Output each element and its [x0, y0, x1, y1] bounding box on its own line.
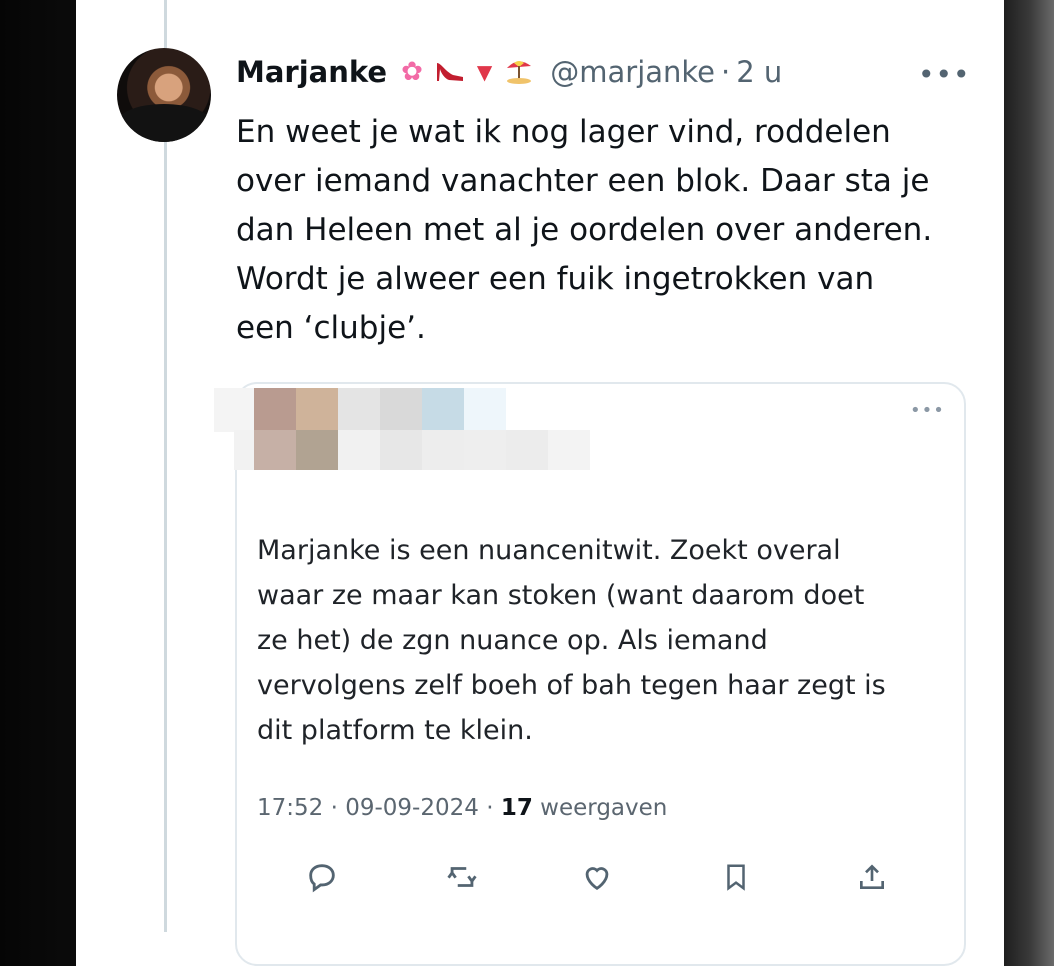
more-options-icon[interactable]: ••• [918, 58, 971, 91]
quoted-tweet-text: Marjanke is een nuancenitwit. Zoekt over… [257, 528, 947, 753]
high-heel-emoji-icon [435, 57, 465, 88]
tweet-text-line: Wordt je alweer een fuik ingetrokken van [236, 261, 875, 297]
like-icon[interactable] [575, 855, 619, 899]
tweet-time[interactable]: 2 u [736, 55, 782, 89]
tweet-text: En weet je wat ik nog lager vind, roddel… [236, 108, 976, 353]
red-triangle-emoji-icon: ▼ [476, 60, 493, 84]
bookmark-icon[interactable] [714, 855, 758, 899]
quoted-more-options-icon[interactable]: ••• [910, 400, 945, 421]
beach-umbrella-emoji-icon [504, 56, 534, 89]
quoted-tweet-meta: 17:52 · 09-09-2024 · 17 weergaven [257, 795, 667, 821]
quoted-text-line: ze het) de zgn nuance op. Als iemand [257, 625, 768, 656]
flower-emoji-icon: ✿ [401, 57, 423, 87]
action-bar [300, 855, 900, 903]
user-handle[interactable]: @marjanke [550, 55, 715, 89]
quoted-text-line: Marjanke is een nuancenitwit. Zoekt over… [257, 535, 841, 566]
avatar[interactable] [117, 48, 211, 142]
quoted-text-line: dit platform te klein. [257, 715, 533, 746]
quoted-text-line: waar ze maar kan stoken (want daarom doe… [257, 580, 865, 611]
tweet-text-line: over iemand vanachter een blok. Daar sta… [236, 163, 930, 199]
views-count: 17 [500, 795, 533, 821]
share-icon[interactable] [850, 855, 894, 899]
name-emojis: ✿ ▼ [401, 56, 534, 89]
reply-icon[interactable] [300, 855, 344, 899]
separator: · [721, 55, 731, 89]
tweet-text-line: een ‘clubje’. [236, 310, 426, 346]
tweet-text-line: En weet je wat ik nog lager vind, roddel… [236, 114, 891, 150]
retweet-icon[interactable] [440, 855, 484, 899]
views-label: weergaven [540, 795, 668, 821]
quoted-text-line: vervolgens zelf boeh of bah tegen haar z… [257, 670, 886, 701]
tweet-header: Marjanke ✿ ▼ @marjanke · 2 u [236, 55, 782, 89]
display-name[interactable]: Marjanke [236, 55, 387, 89]
tweet-text-line: dan Heleen met al je oordelen over ander… [236, 212, 933, 248]
quoted-timestamp[interactable]: 17:52 · 09-09-2024 · [257, 795, 494, 821]
